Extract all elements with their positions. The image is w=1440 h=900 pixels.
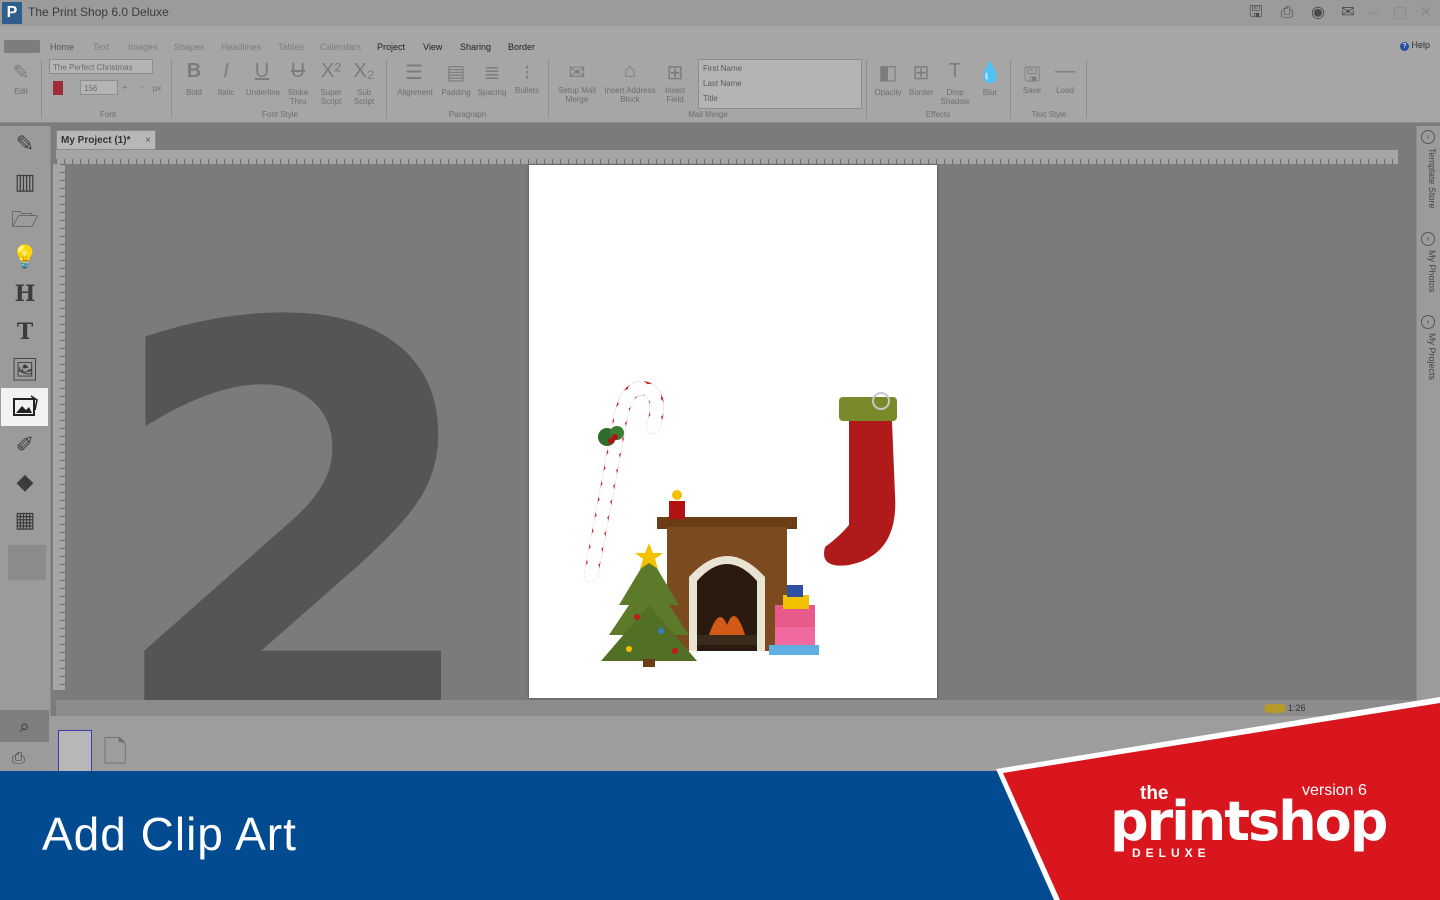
brand-wedge [996,697,1440,900]
brand-logo-text: printshop [1110,790,1388,853]
brand-edition: DELUXE [1132,846,1211,860]
